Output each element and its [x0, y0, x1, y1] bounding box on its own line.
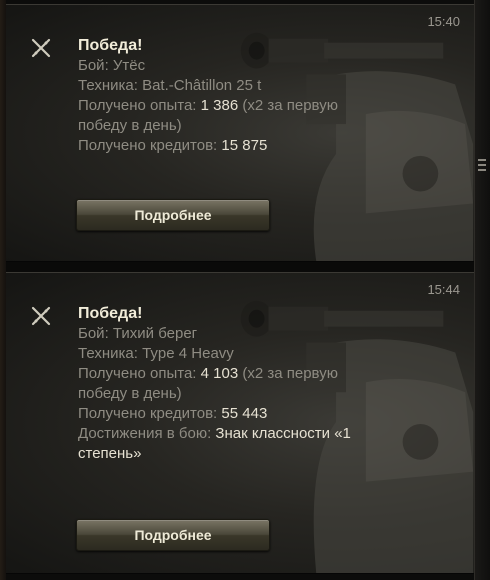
- achievements-line: Достижения в бою: Знак классности «1: [78, 424, 428, 444]
- battle-map-line: Бой: Тихий берег: [78, 324, 428, 344]
- credits-value: 15 875: [221, 137, 268, 154]
- notification-body: Победа! Бой: Тихий берег Техника: Type 4…: [78, 304, 428, 464]
- vehicle-line: Техника: Bat.-Châtillon 25 t: [78, 76, 428, 96]
- details-button[interactable]: Подробнее: [76, 199, 270, 231]
- credits-line: Получено кредитов: 55 443: [78, 404, 428, 424]
- xp-line: Получено опыта: 1 386 (x2 за первую: [78, 96, 428, 116]
- scrollbar-track[interactable]: [474, 0, 490, 580]
- vehicle-name: Bat.-Châtillon 25 t: [142, 77, 262, 94]
- xp-label: Получено опыта:: [78, 365, 197, 382]
- xp-value: 4 103: [200, 365, 239, 382]
- xp-bonus-note-cont: победу в день): [78, 117, 182, 134]
- xp-bonus-note: (x2 за первую: [242, 97, 338, 114]
- notification-time: 15:44: [427, 282, 460, 297]
- crossed-swords-icon: [31, 38, 51, 58]
- achievement-name: Знак классности «1: [215, 425, 351, 442]
- notification-title: Победа!: [78, 37, 143, 54]
- credits-label: Получено кредитов:: [78, 137, 218, 154]
- xp-bonus-note: (x2 за первую: [242, 365, 338, 382]
- vehicle-label: Техника:: [78, 345, 138, 362]
- notification-title: Победа!: [78, 305, 143, 322]
- vehicle-name: Type 4 Heavy: [142, 345, 234, 362]
- xp-bonus-line: победу в день): [78, 116, 428, 136]
- notification-body: Победа! Бой: Утёс Техника: Bat.-Châtillo…: [78, 36, 428, 156]
- battle-result-notification: 15:44 Победа! Бой: Тихий берег Техника: …: [6, 272, 474, 574]
- achievements-label: Достижения в бою:: [78, 425, 212, 442]
- notification-separator: [6, 262, 474, 272]
- xp-line: Получено опыта: 4 103 (x2 за первую: [78, 364, 428, 384]
- battle-label: Бой:: [78, 57, 109, 74]
- xp-bonus-line: победу в день): [78, 384, 428, 404]
- battle-map-name: Тихий берег: [112, 325, 198, 342]
- achievement-name-cont: степень»: [78, 445, 142, 462]
- battle-result-notification: 15:40 Победа! Бой: Утёс Техника: Bat.-Ch…: [6, 4, 474, 262]
- battle-label: Бой:: [78, 325, 109, 342]
- vehicle-label: Техника:: [78, 77, 138, 94]
- crossed-swords-icon: [31, 306, 51, 326]
- notification-time: 15:40: [427, 14, 460, 29]
- vehicle-line: Техника: Type 4 Heavy: [78, 344, 428, 364]
- credits-label: Получено кредитов:: [78, 405, 218, 422]
- xp-bonus-note-cont: победу в день): [78, 385, 182, 402]
- xp-label: Получено опыта:: [78, 97, 197, 114]
- credits-line: Получено кредитов: 15 875: [78, 136, 428, 156]
- achievements-line-cont: степень»: [78, 444, 428, 464]
- battle-map-line: Бой: Утёс: [78, 56, 428, 76]
- battle-map-name: Утёс: [112, 57, 146, 74]
- details-button[interactable]: Подробнее: [76, 519, 270, 551]
- credits-value: 55 443: [221, 405, 268, 422]
- scrollbar-handle[interactable]: [478, 156, 486, 178]
- xp-value: 1 386: [200, 97, 239, 114]
